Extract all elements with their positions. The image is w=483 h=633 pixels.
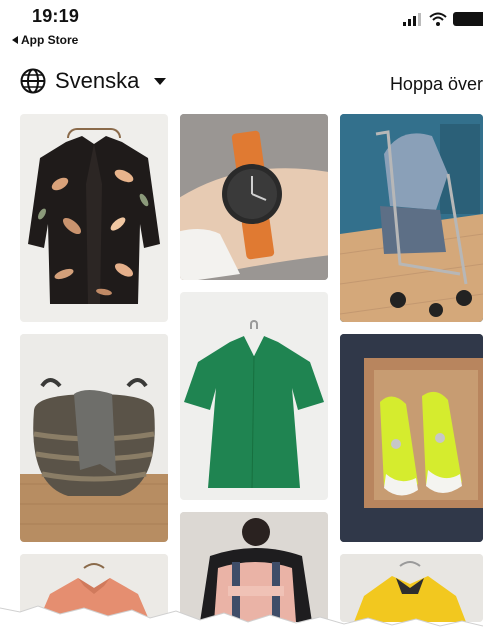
- skip-button[interactable]: Hoppa över: [390, 74, 483, 95]
- product-tile-wrist-watch[interactable]: [180, 114, 328, 280]
- status-time: 19:19: [32, 6, 80, 26]
- product-tile-baby-stroller[interactable]: [340, 114, 483, 322]
- battery-icon: [453, 12, 483, 26]
- globe-icon: [20, 68, 46, 94]
- status-icons: [403, 12, 483, 26]
- wifi-icon: [429, 12, 447, 26]
- caret-down-icon: [154, 77, 167, 85]
- torn-paper-edge: [0, 605, 483, 633]
- back-to-app-store-link[interactable]: App Store: [12, 33, 78, 47]
- product-tile-floral-blazer[interactable]: [20, 114, 168, 322]
- cellular-signal-icon: [403, 13, 421, 26]
- top-bar: Svenska Hoppa över: [0, 60, 483, 104]
- language-selector[interactable]: Svenska: [20, 68, 167, 94]
- language-label: Svenska: [55, 68, 140, 93]
- status-bar: 19:19 App Store: [0, 0, 483, 50]
- product-tile-woven-basket[interactable]: [20, 334, 168, 542]
- back-label: App Store: [21, 33, 79, 47]
- product-tile-green-dress[interactable]: [180, 292, 328, 500]
- product-tile-neon-sneakers[interactable]: [340, 334, 483, 542]
- back-arrow-icon: [12, 36, 18, 44]
